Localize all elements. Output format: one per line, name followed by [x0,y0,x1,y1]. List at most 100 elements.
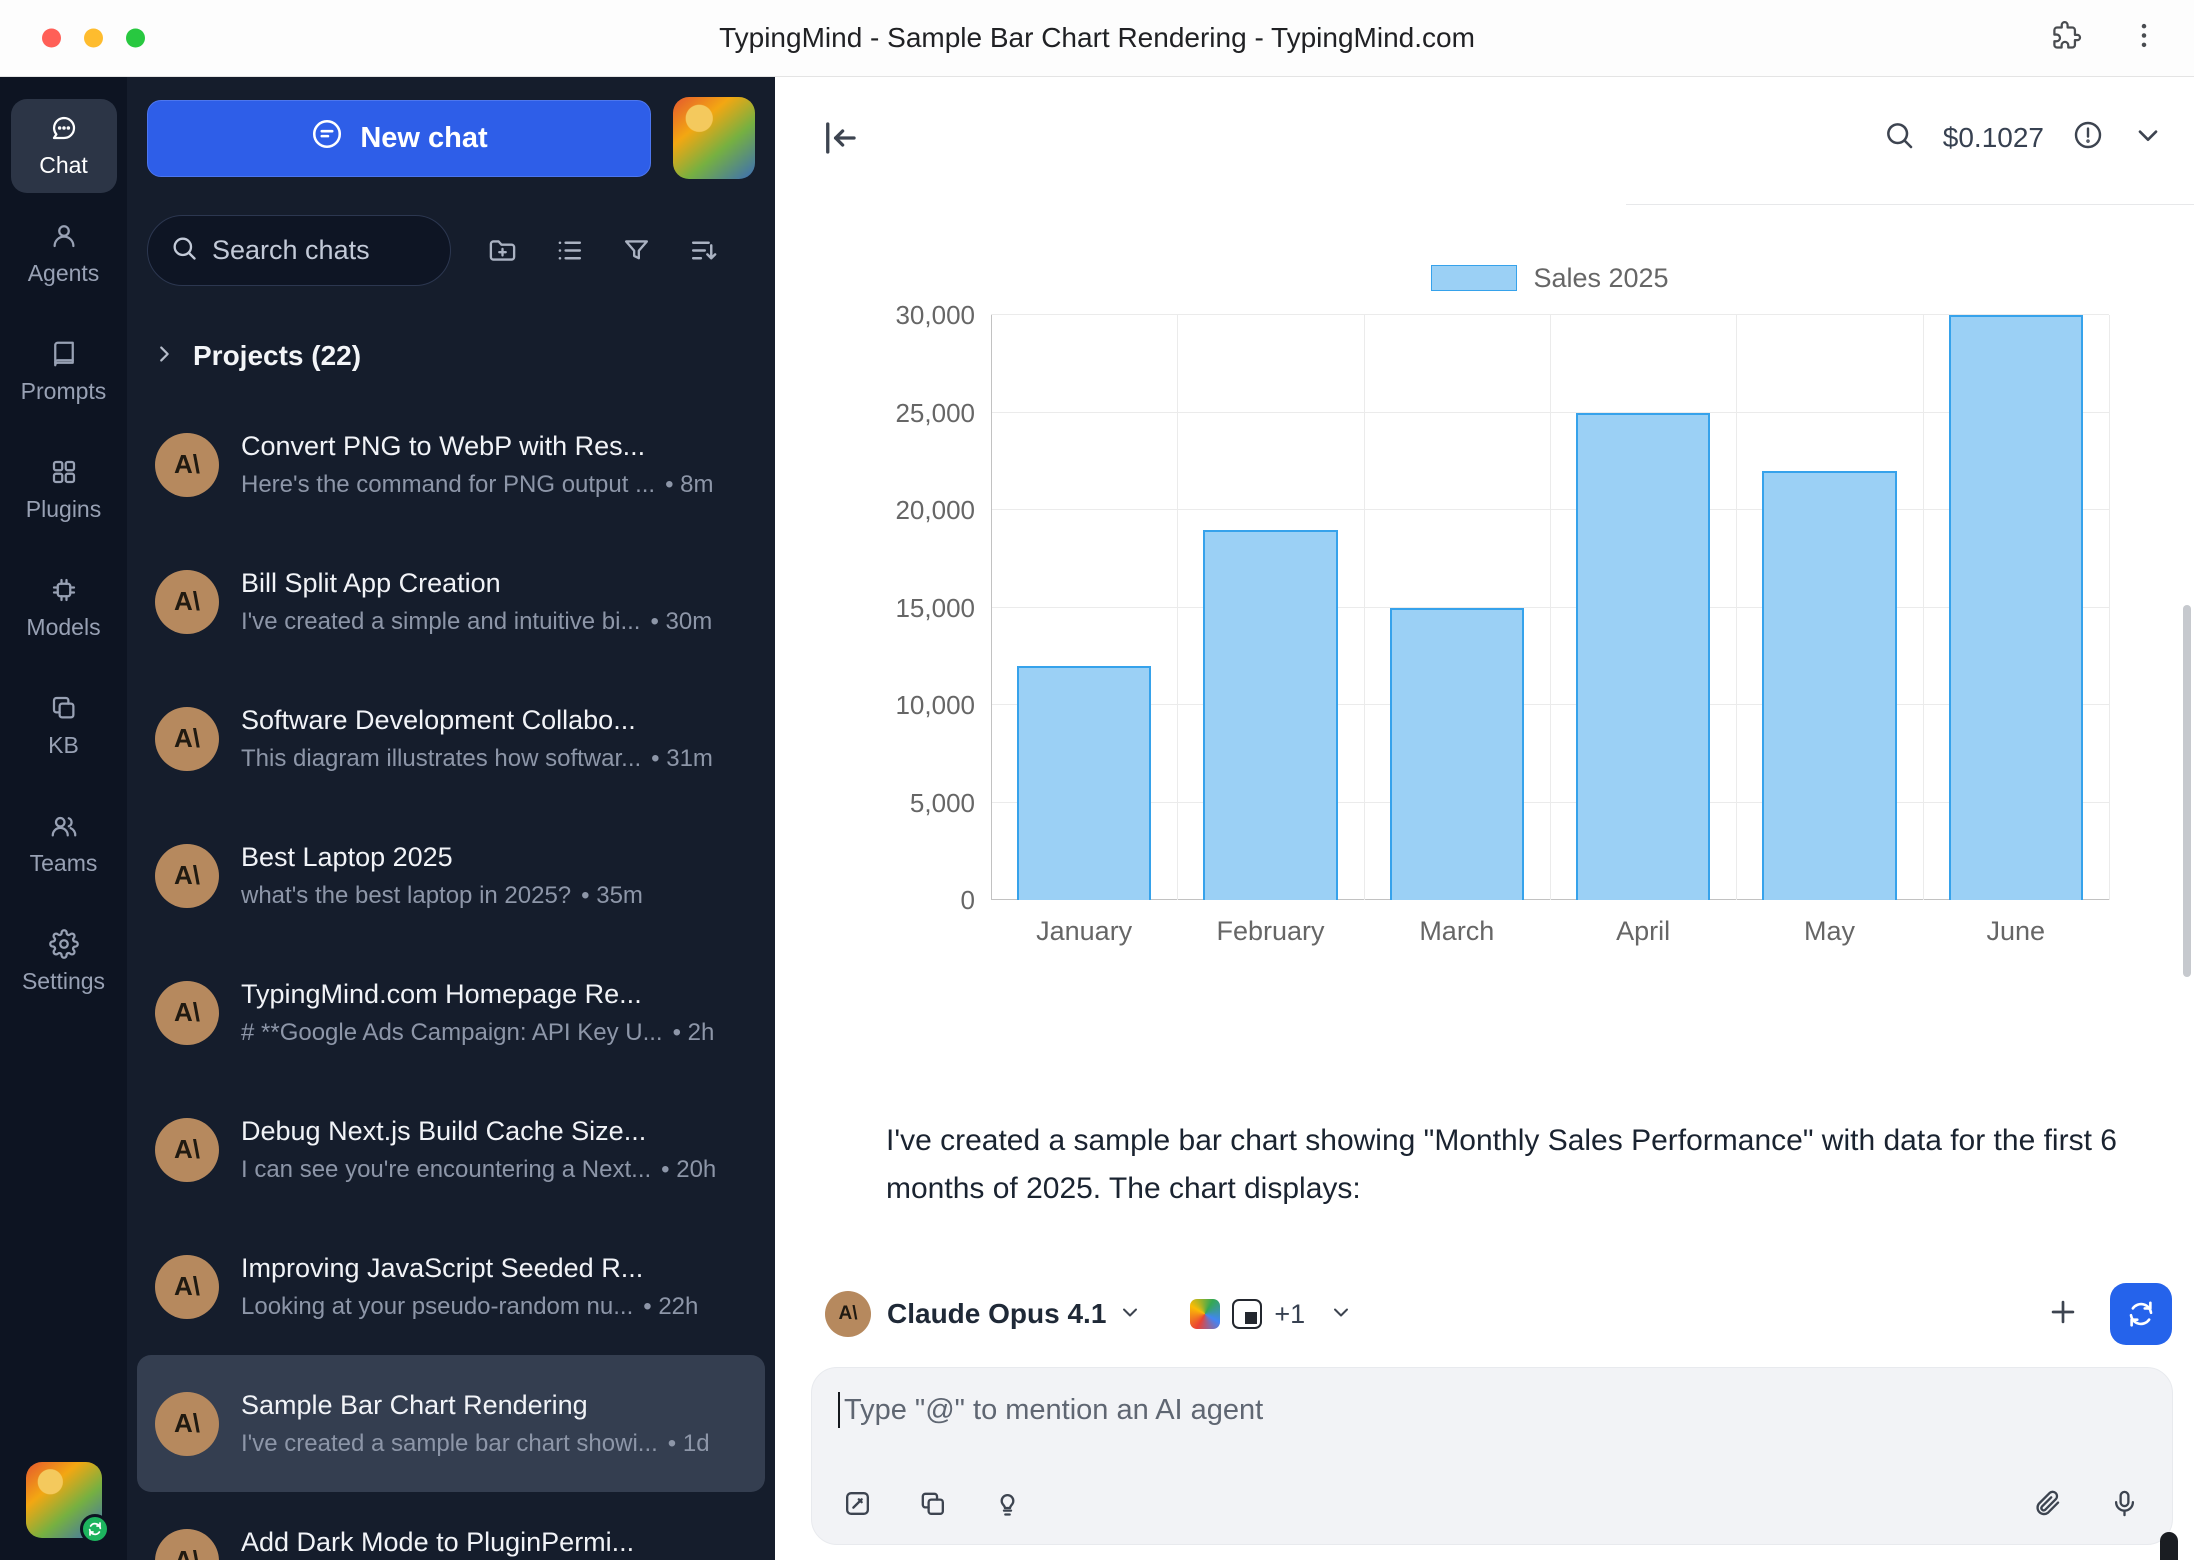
titlebar: TypingMind - Sample Bar Chart Rendering … [0,0,2194,77]
chat-list-item[interactable]: A\ Sample Bar Chart Rendering I've creat… [137,1355,765,1492]
bar-april [1576,413,1710,901]
collapse-sidebar-icon[interactable] [819,117,861,159]
cost-warning-icon[interactable] [2072,119,2104,156]
plugin-icon [1190,1299,1220,1329]
chart-y-axis: 05,00010,00015,00020,00025,00030,000 [875,315,991,900]
scrollbar-thumb[interactable] [2183,605,2191,977]
app-window: TypingMind - Sample Bar Chart Rendering … [0,0,2194,1560]
projects-section-header[interactable]: Projects (22) [127,338,775,374]
x-tick-label: April [1550,916,1736,947]
y-tick-label: 25,000 [895,400,975,426]
x-tick-label: May [1736,916,1922,947]
new-folder-icon[interactable] [487,235,518,266]
chat-list-item[interactable]: A\ Bill Split App Creation I've created … [137,533,765,670]
projects-label: Projects (22) [193,340,361,372]
chat-list-item[interactable]: A\ TypingMind.com Homepage Re... # **Goo… [137,944,765,1081]
y-tick-label: 20,000 [895,497,975,523]
bar-january [1017,666,1151,900]
search-chats-field[interactable] [147,215,451,286]
rail-item-teams[interactable]: Teams [11,811,117,877]
message-divider [1626,204,2194,205]
filter-icon[interactable] [621,235,652,266]
chat-snippet: This diagram illustrates how softwar...•… [241,745,747,773]
rail-item-agents[interactable]: Agents [11,221,117,287]
window-title: TypingMind - Sample Bar Chart Rendering … [719,22,1475,54]
x-tick-label: February [1177,916,1363,947]
chat-title: Bill Split App Creation [241,568,747,599]
chat-list-item[interactable]: A\ Debug Next.js Build Cache Size... I c… [137,1081,765,1218]
chat-list-item[interactable]: A\ Software Development Collabo... This … [137,670,765,807]
main-area: $0.1027 Sales 2025 05,00010,00015,00020,… [775,77,2194,1560]
chart-legend[interactable]: Sales 2025 [991,263,2109,293]
usage-cost: $0.1027 [1943,122,2044,154]
nav-rail-items: Chat Agents Prompts Plugins Models KB Te… [11,99,117,1047]
chat-title: Software Development Collabo... [241,705,747,736]
scrollbar-thumb-dark[interactable] [2160,1532,2178,1560]
rail-item-settings[interactable]: Settings [11,929,117,995]
plugins-chevron-down-icon [1329,1300,1353,1329]
rail-item-plugins[interactable]: Plugins [11,457,117,523]
model-selector[interactable]: Claude Opus 4.1 [887,1298,1106,1330]
model-avatar: A\ [825,1291,871,1337]
chat-list-item[interactable]: A\ Best Laptop 2025 what's the best lapt… [137,807,765,944]
add-attachment-plus-icon[interactable] [2046,1295,2080,1334]
assistant-avatar: A\ [155,1255,219,1319]
chat-list-item[interactable]: A\ Convert PNG to WebP with Res... Here'… [137,396,765,533]
rail-item-kb[interactable]: KB [11,693,117,759]
sort-icon[interactable] [688,235,719,266]
model-chevron-down-icon[interactable] [1118,1300,1142,1329]
search-icon [170,234,198,267]
chat-title: Best Laptop 2025 [241,842,747,873]
text-caret [838,1392,840,1428]
rail-item-chat[interactable]: Chat [11,99,117,193]
bulk-select-icon[interactable] [554,235,585,266]
assistant-avatar: A\ [155,981,219,1045]
chat-title: Improving JavaScript Seeded R... [241,1253,747,1284]
settings-icon [49,929,79,959]
lightbulb-icon[interactable] [992,1488,1023,1524]
plugins-selector[interactable]: +1 [1190,1299,1353,1330]
regenerate-button[interactable] [2110,1283,2172,1345]
chat-snippet: Looking at your pseudo-random nu...• 22h [241,1293,747,1321]
prompts-icon [49,339,79,369]
chat-title: Debug Next.js Build Cache Size... [241,1116,747,1147]
agents-icon [49,221,79,251]
rail-item-models[interactable]: Models [11,575,117,641]
bar-chart: Sales 2025 05,00010,00015,00020,00025,00… [875,263,2109,947]
microphone-icon[interactable] [2109,1488,2140,1524]
browser-menu-icon[interactable] [2128,20,2160,57]
assistant-avatar: A\ [155,433,219,497]
zoom-window-button[interactable] [126,29,145,48]
chat-list: A\ Convert PNG to WebP with Res... Here'… [127,396,775,1560]
rail-item-prompts[interactable]: Prompts [11,339,117,405]
bar-may [1762,471,1896,900]
teams-icon [49,811,79,841]
canvas-edit-icon[interactable] [842,1488,873,1524]
chart-plot [991,315,2109,900]
chat-sidebar: New chat [127,77,775,1560]
copy-pages-icon[interactable] [917,1488,948,1524]
chat-bubble-icon [310,117,344,159]
minimize-window-button[interactable] [84,29,103,48]
user-avatar[interactable] [673,97,755,179]
close-window-button[interactable] [42,29,61,48]
chevron-down-icon[interactable] [2132,119,2164,156]
extensions-icon[interactable] [2050,20,2082,57]
chat-title: Add Dark Mode to PluginPermi... [241,1527,747,1558]
search-messages-icon[interactable] [1883,119,1915,156]
assistant-avatar: A\ [155,1529,219,1560]
bar-june [1949,315,2083,900]
attach-file-icon[interactable] [2032,1488,2063,1524]
bar-february [1203,530,1337,901]
assistant-avatar: A\ [155,1118,219,1182]
y-tick-label: 10,000 [895,692,975,718]
legend-label: Sales 2025 [1533,263,1668,294]
account-avatar[interactable] [26,1462,102,1538]
message-input[interactable]: Type "@" to mention an AI agent [838,1392,2146,1428]
chat-list-item[interactable]: A\ Improving JavaScript Seeded R... Look… [137,1218,765,1355]
assistant-message: I've created a sample bar chart showing … [886,1117,2141,1213]
new-chat-button[interactable]: New chat [147,100,651,177]
search-chats-input[interactable] [212,235,428,266]
chat-snippet: I've created a simple and intuitive bi..… [241,608,747,636]
chat-list-item[interactable]: A\ Add Dark Mode to PluginPermi... [137,1492,765,1560]
